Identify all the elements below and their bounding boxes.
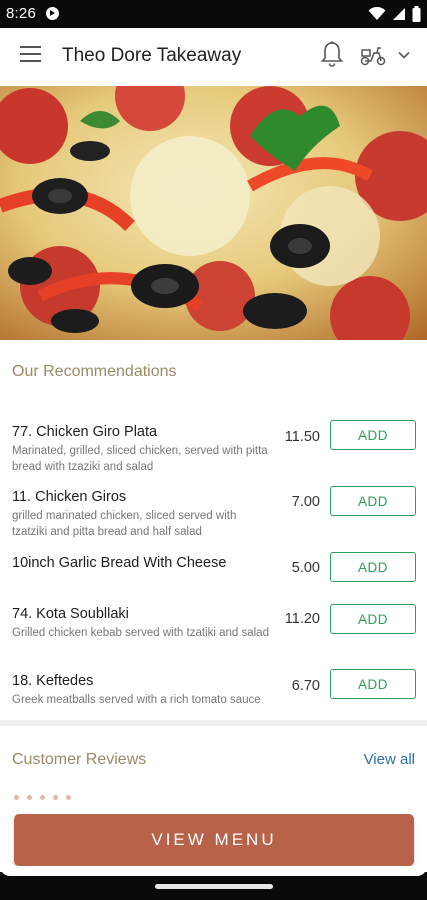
menu-item: 10inch Garlic Bread With Cheese 5.00 ADD <box>12 552 417 585</box>
status-time: 8:26 <box>6 5 36 22</box>
app-bar: Theo Dore Takeaway <box>0 28 427 86</box>
item-price: 7.00 <box>291 494 320 510</box>
star-icon <box>66 795 71 800</box>
menu-item: 18. Keftedes Greek meatballs served with… <box>12 669 417 709</box>
item-description: Marinated, grilled, sliced chicken, serv… <box>12 445 268 473</box>
screen-bottom-edge <box>0 866 427 876</box>
home-gesture-handle[interactable] <box>155 884 273 889</box>
restaurant-title: Theo Dore Takeaway <box>62 45 242 66</box>
rating-stars <box>14 795 71 800</box>
item-name: 11. Chicken Giros <box>12 489 127 505</box>
star-icon <box>40 795 45 800</box>
menu-item: 11. Chicken Giros grilled marinated chic… <box>12 486 417 539</box>
star-icon <box>53 795 58 800</box>
status-icons <box>368 6 421 22</box>
status-bar: 8:26 <box>0 0 427 28</box>
battery-icon <box>412 6 421 22</box>
item-description: Grilled chicken kebab served with tzatik… <box>12 627 269 639</box>
bell-icon[interactable] <box>320 40 344 68</box>
item-price: 6.70 <box>291 678 320 694</box>
item-price: 11.20 <box>284 611 320 627</box>
star-icon <box>27 795 32 800</box>
menu-item: 74. Kota Soubllaki Grilled chicken kebab… <box>12 604 417 656</box>
item-price: 5.00 <box>291 560 320 576</box>
recommendations-title: Our Recommendations <box>12 363 177 380</box>
item-name: 77. Chicken Giro Plata <box>12 424 158 440</box>
item-price: 11.50 <box>284 429 320 445</box>
add-button[interactable]: ADD <box>330 552 416 582</box>
add-button[interactable]: ADD <box>330 669 416 699</box>
view-menu-button[interactable]: VIEW MENU <box>14 814 414 866</box>
hero-pizza-image <box>0 86 427 340</box>
menu-item: 77. Chicken Giro Plata Marinated, grille… <box>12 420 417 474</box>
view-all-reviews-link[interactable]: View all <box>364 751 415 768</box>
delivery-scooter-icon[interactable] <box>360 44 386 66</box>
chevron-down-icon[interactable] <box>397 48 411 62</box>
item-name: 74. Kota Soubllaki <box>12 606 129 622</box>
pizza-illustration <box>0 86 427 340</box>
signal-icon <box>393 8 405 20</box>
item-description: grilled marinated chicken, sliced served… <box>12 510 237 538</box>
add-button[interactable]: ADD <box>330 486 416 516</box>
item-description: Greek meatballs served with a rich tomat… <box>12 694 261 706</box>
wifi-icon <box>368 7 386 20</box>
system-navigation-bar <box>0 872 427 900</box>
add-button[interactable]: ADD <box>330 420 416 450</box>
play-notification-icon <box>46 7 59 20</box>
item-name: 10inch Garlic Bread With Cheese <box>12 555 227 571</box>
reviews-title: Customer Reviews <box>12 751 147 768</box>
star-icon <box>14 795 19 800</box>
add-button[interactable]: ADD <box>330 604 416 634</box>
item-name: 18. Keftedes <box>12 673 94 689</box>
section-divider <box>0 720 427 726</box>
hamburger-menu-icon[interactable] <box>20 46 42 64</box>
